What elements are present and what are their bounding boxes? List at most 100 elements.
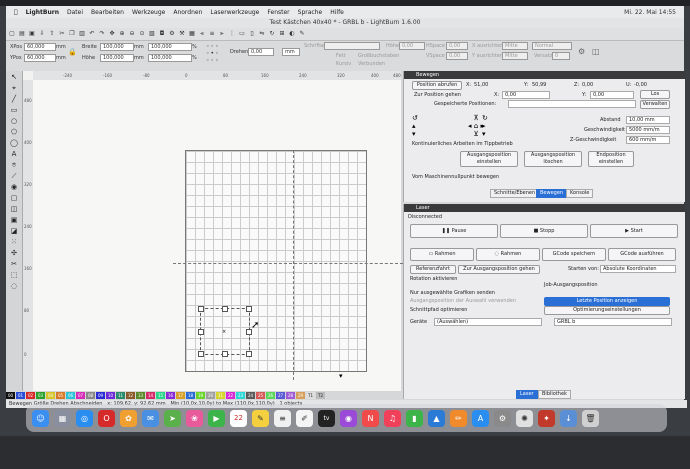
facetime-icon[interactable]: ▶	[208, 409, 225, 427]
color-swatch[interactable]: 26	[266, 392, 275, 399]
resize-handle[interactable]	[198, 306, 204, 312]
menu-bearbeiten[interactable]: Bearbeiten	[91, 9, 124, 16]
resize-handle[interactable]	[246, 306, 252, 312]
ypos-field[interactable]: 60,000	[24, 54, 56, 62]
rotate-ccw-icon[interactable]: ↺	[412, 114, 418, 122]
color-swatch[interactable]: 23	[236, 392, 245, 399]
bold-checkbox[interactable]: Fett	[336, 53, 346, 59]
zoom-in-icon[interactable]: ⊕	[118, 30, 126, 38]
edit-nodes-icon[interactable]: ⌖	[9, 84, 19, 93]
boolean-icon[interactable]: ◐	[288, 30, 296, 38]
zoom-fit-icon[interactable]: ⊙	[138, 30, 146, 38]
close-path-icon[interactable]: ◌	[9, 282, 19, 291]
resize-handle[interactable]	[246, 351, 252, 357]
settings-icon[interactable]: ⚙	[168, 30, 176, 38]
color-swatch[interactable]: 03	[36, 392, 45, 399]
array-icon[interactable]: ⁙	[9, 238, 19, 247]
tab-move[interactable]: Bewegen	[536, 189, 568, 198]
resize-handle[interactable]	[198, 329, 204, 335]
undo-icon[interactable]: ↶	[88, 30, 96, 38]
clear-origin-button[interactable]: Ausgangsposition löschen	[524, 151, 582, 167]
weld-icon[interactable]: ◫	[9, 205, 19, 214]
stop-button[interactable]: ■ Stopp	[500, 224, 588, 238]
zoom-out-icon[interactable]: ⊖	[128, 30, 136, 38]
color-swatch[interactable]: 28	[286, 392, 295, 399]
numbers-icon[interactable]: ▮	[406, 409, 423, 427]
offset-icon[interactable]: ▢	[9, 194, 19, 203]
color-swatch[interactable]: 24	[246, 392, 255, 399]
set-origin-button[interactable]: Ausgangsposition einstellen	[460, 151, 518, 167]
arrange-icon[interactable]: ▦	[188, 30, 196, 38]
color-swatch[interactable]: 16	[166, 392, 175, 399]
font-style-select[interactable]: Normal	[532, 42, 572, 50]
rotary-forward-icon[interactable]: ▸	[482, 122, 488, 130]
chatgpt-icon[interactable]: ✺	[516, 409, 533, 427]
height-field[interactable]: 100,000	[100, 54, 134, 62]
goto-y-field[interactable]: 0,00	[590, 91, 634, 99]
news-icon[interactable]: N	[362, 409, 379, 427]
menu-werkzeuge[interactable]: Werkzeuge	[132, 9, 165, 16]
rotary-checkbox[interactable]: Rotation aktivieren	[410, 276, 457, 282]
text-options-icon[interactable]: ◫	[592, 47, 600, 56]
align-left-icon[interactable]: ⫷	[198, 30, 206, 38]
cut-selected-checkbox[interactable]: Nur ausgewählte Grafiken senden	[410, 290, 495, 296]
select-tool-icon[interactable]: ↖	[9, 73, 19, 82]
ungroup-icon[interactable]: ▯	[248, 30, 256, 38]
distance-field[interactable]: 10,00 mm	[626, 116, 670, 124]
menu-datei[interactable]: Datei	[67, 9, 83, 16]
export-icon[interactable]: ⇧	[48, 30, 56, 38]
tabs-tool-icon[interactable]: ◉	[9, 183, 19, 192]
tab-library[interactable]: Bibliothek	[538, 390, 571, 399]
podcasts-icon[interactable]: ◉	[340, 409, 357, 427]
caps-checkbox[interactable]: Großbuchstaben	[358, 53, 399, 59]
color-swatch[interactable]: 12	[126, 392, 135, 399]
text-tool-icon[interactable]: A	[9, 150, 19, 159]
resize-handle[interactable]	[222, 306, 228, 312]
device-select[interactable]: GRBL b	[554, 318, 672, 326]
use-selection-origin-checkbox[interactable]: Ausgangsposition der Auswahl verwenden	[410, 298, 516, 304]
photos-icon[interactable]: ❀	[186, 409, 203, 427]
size-field[interactable]: 0,00	[399, 42, 425, 50]
manage-positions-button[interactable]: Verwalten	[640, 100, 670, 109]
optimization-settings-button[interactable]: Optimierungseinstellungen	[544, 306, 670, 315]
width-field[interactable]: 100,000	[100, 43, 134, 51]
color-swatch[interactable]: 05	[56, 392, 65, 399]
import-icon[interactable]: ⇩	[38, 30, 46, 38]
color-swatch[interactable]: T1	[306, 392, 315, 399]
color-swatch[interactable]: 21	[216, 392, 225, 399]
color-swatch[interactable]: 06	[66, 392, 75, 399]
boolean-subtract-icon[interactable]: ◪	[9, 227, 19, 236]
z-down-icon[interactable]: ▾	[412, 130, 418, 138]
font-select[interactable]	[324, 42, 380, 50]
circle-tool-icon[interactable]: ◯	[9, 139, 19, 148]
opera-icon[interactable]: O	[98, 409, 115, 427]
maps-icon[interactable]: ➤	[164, 409, 181, 427]
optimize-cut-path-checkbox[interactable]: Schnittpfad optimieren	[410, 307, 467, 313]
group-icon[interactable]: ▭	[238, 30, 246, 38]
tab-console[interactable]: Konsole	[566, 189, 594, 198]
start-button[interactable]: ▶ Start	[590, 224, 678, 238]
redo-icon[interactable]: ↷	[98, 30, 106, 38]
color-swatch[interactable]: 22	[226, 392, 235, 399]
align-center-icon[interactable]: ≡	[208, 30, 216, 38]
line-tool-icon[interactable]: ╱	[9, 95, 19, 104]
resize-handle[interactable]	[198, 351, 204, 357]
z-speed-field[interactable]: 600 mm/m	[626, 136, 670, 144]
show-last-position-button[interactable]: Letzte Position anzeigen	[544, 297, 670, 306]
device-settings-icon[interactable]: ⚒	[178, 30, 186, 38]
ellipse-tool-icon[interactable]: ○	[9, 117, 19, 126]
goto-x-field[interactable]: 0,00	[502, 91, 550, 99]
menu-sprache[interactable]: Sprache	[298, 9, 323, 16]
color-swatch[interactable]: 07	[76, 392, 85, 399]
tab-cuts-layers[interactable]: Schnitte/Ebenen	[490, 189, 540, 198]
menu-hilfe[interactable]: Hilfe	[330, 9, 344, 16]
color-swatch[interactable]: 20	[206, 392, 215, 399]
color-swatch[interactable]: 10	[106, 392, 115, 399]
menubar-clock[interactable]: Mi. 22. Mai 14:55	[624, 9, 676, 16]
frame-circle-button[interactable]: ◌ Rahmen	[476, 248, 540, 261]
menu-fenster[interactable]: Fenster	[267, 9, 289, 16]
workspace[interactable]: × ➚ ▾	[33, 80, 403, 391]
color-swatch[interactable]: 27	[276, 392, 285, 399]
rotate-icon[interactable]: ↻	[268, 30, 276, 38]
downloads-icon[interactable]: ↓	[560, 409, 577, 427]
